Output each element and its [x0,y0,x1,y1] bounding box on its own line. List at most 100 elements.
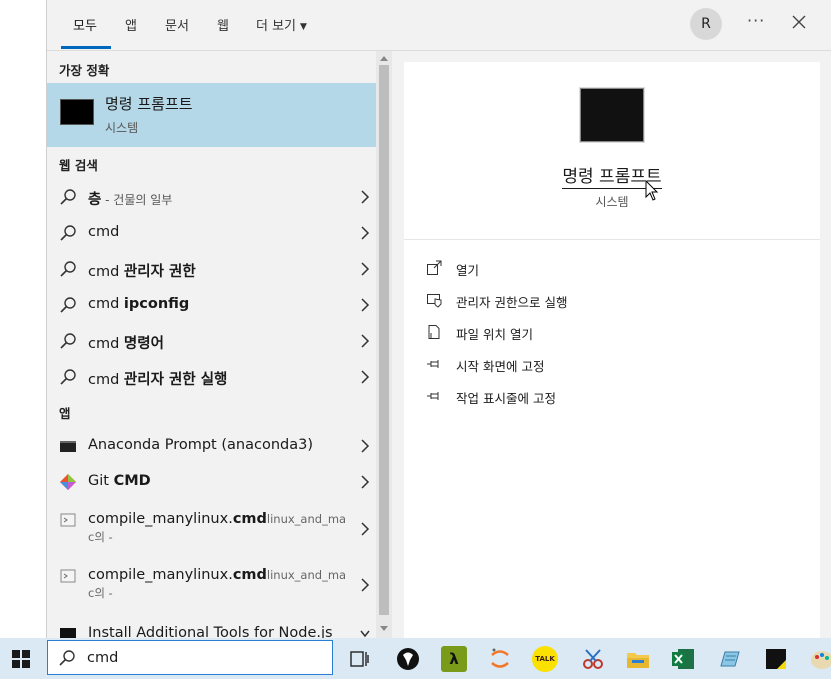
web-result-item[interactable]: cmd ipconfig [47,287,376,323]
section-apps: 앱 [59,406,71,421]
web-result-bold: ipconfig [123,296,190,312]
sticky-notes-icon[interactable] [763,646,789,672]
app-result-path: linux_and_ma [266,512,347,526]
app-result-item[interactable]: Install Additional Tools for Node.js [47,616,376,638]
chevron-right-icon[interactable] [360,262,370,276]
action-label: 관리자 권한으로 실행 [456,295,568,310]
task-view-icon[interactable] [346,646,372,672]
notepad-icon[interactable] [717,646,743,672]
action-label: 시작 화면에 고정 [456,359,545,374]
web-result-extra: - 건물의 일부 [101,193,173,207]
chevron-down-icon: ▼ [300,22,307,32]
paint-icon[interactable] [808,646,831,672]
open-icon [427,260,442,275]
chevron-right-icon[interactable] [360,370,370,384]
app-result-label: Git [88,473,114,489]
excel-icon[interactable] [670,646,696,672]
web-result-label: cmd [88,336,124,352]
script-icon [60,569,76,583]
detail-pane: 명령 프롬프트 시스템 열기 관리자 권한으로 실행 파일 위치 열기 시작 화… [404,62,820,638]
tab-apps[interactable]: 앱 [125,15,137,34]
app-result-label: Install Additional Tools for Node.js [88,625,333,638]
web-result-label: 층 [88,192,102,208]
action-open-file-location[interactable]: 파일 위치 열기 [426,321,726,345]
jupyter-icon[interactable] [487,646,513,672]
web-result-item[interactable]: cmd 명령어 [47,323,376,359]
chevron-right-icon[interactable] [360,578,370,592]
chevron-right-icon[interactable] [360,334,370,348]
chevron-down-icon[interactable] [360,627,370,638]
chevron-right-icon[interactable] [360,475,370,489]
lambda-icon[interactable]: λ [441,646,467,672]
desktop-area [0,0,46,638]
detail-subtitle: 시스템 [595,195,629,209]
section-web-search: 웹 검색 [59,158,98,173]
more-options-button[interactable]: ··· [747,11,765,30]
web-result-bold: 관리자 권한 실행 [123,372,228,388]
terminal-icon [60,441,76,452]
pin-icon [427,392,439,400]
app-result-bold: cmd [232,511,267,527]
terminal-icon [60,628,76,638]
app-result-label: compile_manylinux. [88,567,233,583]
scroll-down-icon[interactable] [379,625,389,633]
app-result-item[interactable]: Git CMD [47,464,376,500]
web-result-label: cmd [88,296,124,312]
search-icon [60,297,76,313]
close-icon[interactable] [791,14,807,30]
app-result-item[interactable]: Anaconda Prompt (anaconda3) [47,428,376,464]
pin-icon [427,360,439,368]
search-panel: 모두 앱 문서 웹 더 보기 ▼ R ··· 가장 정확 명령 프롬프트 시스템 … [46,0,831,638]
avatar[interactable]: R [690,8,722,40]
app-result-item[interactable]: compile_manylinux.cmdlinux_and_ma c의 - [47,502,376,558]
web-result-label: cmd [88,264,124,280]
cmd-icon [60,99,94,125]
best-match-subtitle: 시스템 [105,121,139,135]
web-result-item[interactable]: cmd 관리자 권한 [47,251,376,287]
app-result-bold: CMD [113,473,151,489]
action-label: 열기 [456,263,480,278]
app-result-path: linux_and_ma [266,568,347,582]
search-icon [60,261,76,277]
app-result-path-2: c의 - [88,586,113,600]
chevron-right-icon[interactable] [360,226,370,240]
best-match-item[interactable]: 명령 프롬프트 시스템 [47,83,376,147]
tab-more[interactable]: 더 보기 ▼ [256,15,307,34]
web-result-item[interactable]: cmd [47,215,376,251]
scroll-up-icon[interactable] [379,54,389,62]
script-icon [60,513,76,527]
tab-documents[interactable]: 문서 [165,15,189,34]
shield-icon [427,294,442,308]
tab-web[interactable]: 웹 [217,15,229,34]
snipping-icon[interactable] [580,646,606,672]
active-tab-indicator [61,46,111,49]
chevron-right-icon[interactable] [360,439,370,453]
file-explorer-icon[interactable] [625,646,651,672]
best-match-title: 명령 프롬프트 [105,95,193,113]
windows-start-icon[interactable] [12,650,30,668]
results-scrollbar[interactable] [376,51,392,638]
tab-all[interactable]: 모두 [73,15,97,34]
kakaotalk-icon[interactable]: TALK [532,646,558,672]
action-label: 작업 표시줄에 고정 [456,391,556,406]
action-pin-taskbar[interactable]: 작업 표시줄에 고정 [426,385,726,409]
search-input[interactable]: cmd [87,650,118,666]
chevron-right-icon[interactable] [360,522,370,536]
chevron-right-icon[interactable] [360,298,370,312]
web-result-item[interactable]: 층 - 건물의 일부 [47,179,376,215]
action-run-as-admin[interactable]: 관리자 권한으로 실행 [426,289,726,313]
taskbar-search[interactable]: cmd [47,640,333,675]
results-list: 가장 정확 명령 프롬프트 시스템 웹 검색 층 - 건물의 일부 cmd cm… [47,51,376,638]
action-pin-start[interactable]: 시작 화면에 고정 [426,353,726,377]
action-open[interactable]: 열기 [426,257,726,281]
search-icon [60,225,76,241]
section-best-match: 가장 정확 [59,63,110,78]
chevron-right-icon[interactable] [360,190,370,204]
taskbar: cmd λ TALK [0,638,831,679]
inkscape-icon[interactable] [395,646,421,672]
web-result-item[interactable]: cmd 관리자 권한 실행 [47,359,376,395]
app-result-item[interactable]: compile_manylinux.cmdlinux_and_ma c의 - [47,558,376,614]
app-result-path-2: c의 - [88,530,113,544]
scroll-thumb[interactable] [379,65,389,615]
divider [404,239,820,240]
